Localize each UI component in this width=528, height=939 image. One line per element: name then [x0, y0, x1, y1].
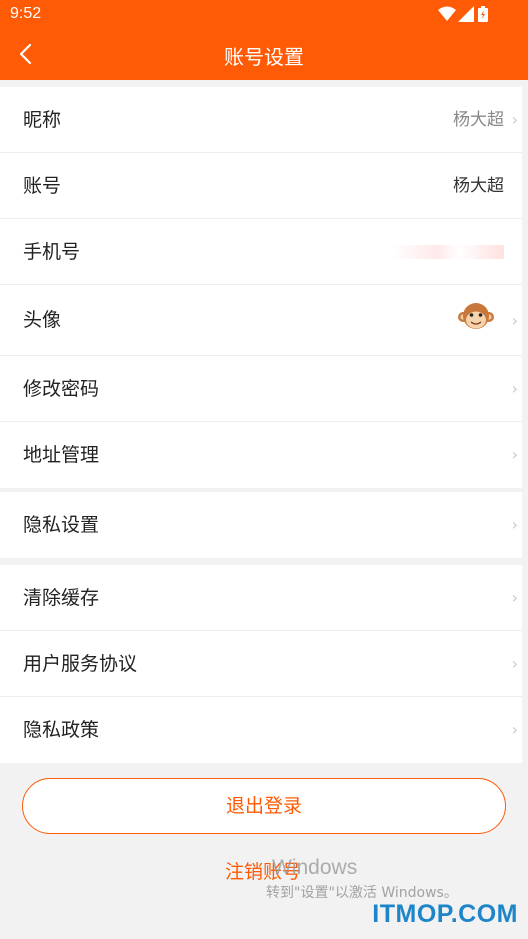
change-password-label: 修改密码	[23, 378, 100, 400]
chevron-right-icon: ›	[511, 515, 518, 534]
monkey-avatar-icon	[458, 303, 494, 329]
clear-cache-label: 清除缓存	[23, 587, 100, 609]
privacy-policy-row[interactable]: 隐私政策 ›	[0, 697, 522, 763]
nickname-value: 杨大超	[453, 110, 504, 130]
wifi-icon	[438, 6, 456, 21]
chevron-right-icon: ›	[511, 110, 518, 129]
address-row[interactable]: 地址管理 ›	[0, 422, 522, 488]
privacy-group: 隐私设置 ›	[0, 492, 522, 558]
user-agreement-row[interactable]: 用户服务协议 ›	[0, 631, 522, 697]
status-time: 9:52	[10, 5, 42, 22]
nickname-row[interactable]: 昵称 杨大超 ›	[0, 87, 522, 153]
windows-activation-watermark-title: Windows	[272, 856, 358, 879]
account-label: 账号	[23, 175, 62, 197]
phone-label: 手机号	[23, 241, 81, 263]
site-watermark-logo: ITMOP.COM	[372, 900, 518, 928]
privacy-policy-label: 隐私政策	[23, 719, 100, 741]
chevron-right-icon: ›	[511, 720, 518, 739]
status-icons	[438, 6, 498, 22]
privacy-settings-row[interactable]: 隐私设置 ›	[0, 492, 522, 558]
windows-activation-watermark-hint: 转到"设置"以激活 Windows。	[266, 885, 458, 901]
avatar-label: 头像	[23, 309, 62, 331]
account-info-group: 昵称 杨大超 › 账号 杨大超 手机号 头像 › 修改密码 › 地址管理 ›	[0, 87, 522, 488]
signal-icon	[458, 6, 474, 22]
logout-button[interactable]: 退出登录	[22, 778, 506, 834]
status-bar: 9:52	[0, 0, 528, 28]
address-label: 地址管理	[23, 444, 100, 466]
clear-cache-row[interactable]: 清除缓存 ›	[0, 565, 522, 631]
page-title: 账号设置	[224, 45, 304, 69]
redacted-phone-value	[392, 245, 504, 259]
privacy-settings-label: 隐私设置	[23, 514, 100, 536]
avatar-row[interactable]: 头像 ›	[0, 285, 522, 356]
change-password-row[interactable]: 修改密码 ›	[0, 356, 522, 422]
app-bar: 账号设置	[0, 28, 528, 80]
account-row: 账号 杨大超	[0, 153, 522, 219]
misc-group: 清除缓存 › 用户服务协议 › 隐私政策 ›	[0, 565, 522, 763]
account-value: 杨大超	[453, 176, 504, 196]
chevron-right-icon: ›	[511, 379, 518, 398]
chevron-right-icon: ›	[511, 588, 518, 607]
battery-icon	[478, 6, 488, 22]
chevron-right-icon: ›	[511, 311, 518, 330]
nickname-label: 昵称	[23, 109, 62, 131]
user-agreement-label: 用户服务协议	[23, 653, 138, 675]
chevron-right-icon: ›	[511, 445, 518, 464]
chevron-right-icon: ›	[511, 654, 518, 673]
phone-row: 手机号	[0, 219, 522, 285]
